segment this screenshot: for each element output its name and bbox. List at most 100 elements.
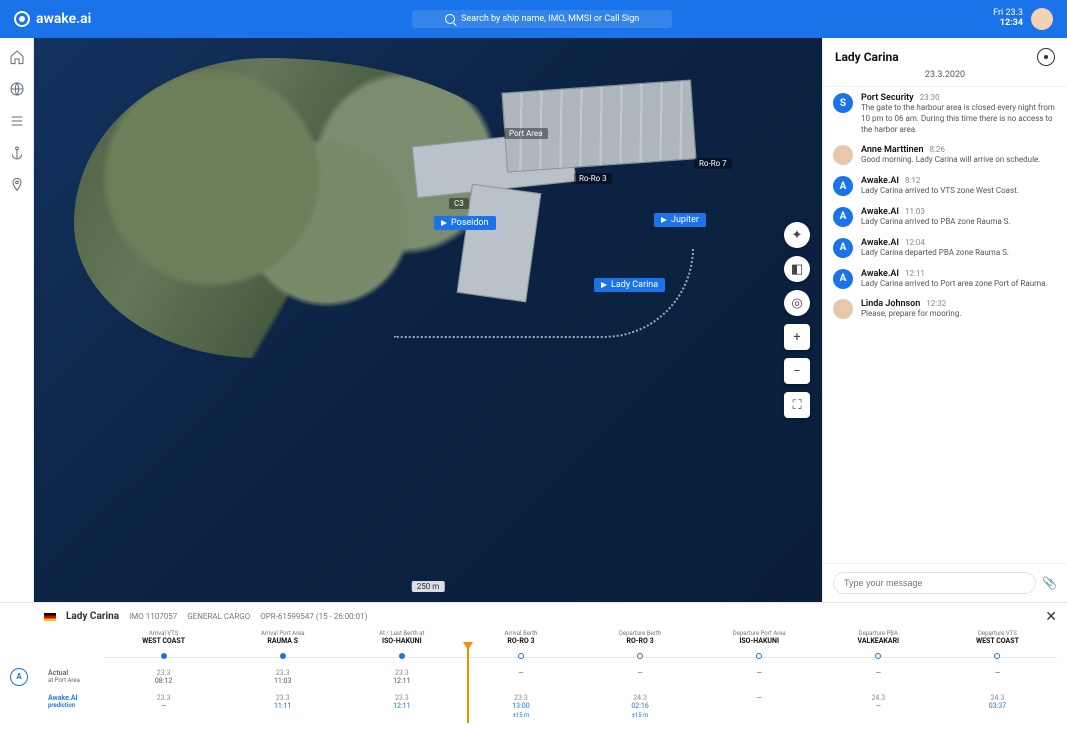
timeline-column-header: Departure VTSWEST COAST — [938, 630, 1057, 649]
message-time: 23:30 — [920, 93, 940, 102]
ship-icon — [661, 217, 667, 223]
now-marker — [467, 644, 469, 723]
timeline-column-header: Arrival VTSWEST COAST — [104, 630, 223, 649]
message-avatar: A — [833, 207, 853, 227]
map[interactable]: Port Area Ro-Ro 3 Ro-Ro 7 C3 Poseidon Ju… — [34, 38, 822, 602]
timeline-cell: — — [700, 690, 819, 723]
pin-icon[interactable] — [8, 176, 26, 194]
timeline-header: Lady Carina IMO 1107057 GENERAL CARGO OP… — [44, 611, 1057, 622]
message-author: Anne Marttinen — [861, 145, 923, 155]
zoom-out-button[interactable]: − — [784, 358, 810, 384]
timeline-cell: — — [938, 665, 1057, 690]
panel-header: Lady Carina 23.3.2020 — [823, 38, 1067, 87]
list-icon[interactable] — [8, 112, 26, 130]
message-avatar: A — [833, 238, 853, 258]
clock: Fri 23.3 12:34 — [993, 8, 1053, 30]
timeline-imo: IMO 1107057 — [129, 612, 177, 621]
close-icon[interactable]: ✕ — [1045, 609, 1057, 625]
timeline-cell: — — [461, 665, 580, 690]
map-berth-label: Ro-Ro 7 — [694, 158, 732, 169]
search-box[interactable]: Search by ship name, IMO, MMSI or Call S… — [412, 10, 672, 28]
target-icon[interactable]: ◎ — [784, 290, 810, 316]
message-avatar — [833, 299, 853, 319]
message-author: Awake.AI — [861, 269, 899, 279]
search-icon — [445, 14, 455, 24]
message-author: Awake.AI — [861, 238, 899, 248]
timeline-column-header: Departure Port AreaISO-HAKUNI — [700, 630, 819, 649]
left-nav — [0, 38, 34, 602]
message-text: Lady Carina arrived to PBA zone Rauma S. — [861, 217, 1057, 228]
message-author: Linda Johnson — [861, 299, 920, 309]
message: Linda Johnson12:32Please, prepare for mo… — [833, 299, 1057, 320]
message-time: 12:04 — [905, 238, 925, 247]
message: Anne Marttinen8:26Good morning. Lady Car… — [833, 145, 1057, 166]
compose-bar: 📎 — [823, 563, 1067, 602]
timeline-cell: 23.308:12 — [104, 665, 223, 690]
message: A Awake.AI 8:12Lady Carina arrived to VTS … — [833, 176, 1057, 197]
timeline-cell: 23.311:03 — [223, 665, 342, 690]
home-icon[interactable] — [8, 48, 26, 66]
timeline-column-header: Departure PBAVALKEAKARI — [819, 630, 938, 649]
message: A Awake.AI 12:04Lady Carina departed PBA z… — [833, 238, 1057, 259]
timeline-cell: 23.313:00±15 m — [461, 690, 580, 723]
timeline-cell: 24.302:16±15 m — [581, 690, 700, 723]
vessel-marker-lady-carina[interactable]: Lady Carina — [594, 278, 665, 292]
timeline-cell: — — [700, 665, 819, 690]
map-berth-label: Port Area — [504, 128, 548, 139]
user-avatar[interactable] — [1031, 8, 1053, 30]
map-route — [394, 248, 694, 338]
message-text: Lady Carina departed PBA zone Rauma S. — [861, 248, 1057, 259]
message-feed[interactable]: SPort Security23:30The gate to the harbo… — [823, 87, 1067, 563]
message-author: Awake.AI — [861, 176, 899, 186]
brand-logo-icon — [14, 11, 30, 27]
message-text: Lady Carina arrived to Port area zone Po… — [861, 279, 1057, 290]
ship-icon — [441, 220, 447, 226]
map-tools: ✦ ◧ ◎ + − ⛶ — [784, 222, 810, 418]
timeline-schedule-id: OPR-61599547 (15 - 26:00:01) — [260, 612, 367, 621]
clock-time: 12:34 — [1000, 19, 1023, 29]
compass-icon[interactable]: ✦ — [784, 222, 810, 248]
message-avatar: S — [833, 93, 853, 113]
map-berth-label: Ro-Ro 3 — [574, 173, 612, 184]
message-author: Port Security — [861, 93, 914, 103]
timeline-cell: 24.3— — [819, 690, 938, 723]
vessel-marker-poseidon[interactable]: Poseidon — [434, 216, 496, 230]
message-text: Lady Carina arrived to VTS zone West Coa… — [861, 186, 1057, 197]
timeline-panel: ✕ Lady Carina IMO 1107057 GENERAL CARGO … — [0, 602, 1067, 729]
timeline-cell: — — [581, 665, 700, 690]
timeline-cell: 23.312:11 — [342, 665, 461, 690]
attach-icon[interactable]: 📎 — [1042, 576, 1057, 590]
timeline-cell: 23.3— — [104, 690, 223, 723]
topbar: awake.ai Search by ship name, IMO, MMSI … — [0, 0, 1067, 38]
timeline-column-header: Arrival BerthRO-RO 3 — [461, 630, 580, 649]
message-text: Good morning. Lady Carina will arrive on… — [861, 155, 1057, 166]
locate-vessel-button[interactable] — [1037, 48, 1055, 66]
timeline-dot-cell — [461, 649, 580, 665]
fit-view-button[interactable]: ⛶ — [784, 392, 810, 418]
panel-date: 23.3.2020 — [835, 70, 1055, 80]
message-time: 12:32 — [926, 299, 946, 308]
zoom-in-button[interactable]: + — [784, 324, 810, 350]
globe-icon[interactable] — [8, 80, 26, 98]
timeline-column-header: Arrival Port AreaRAUMA S — [223, 630, 342, 649]
timeline-column-header: At / Last Berth atISO-HAKUNI — [342, 630, 461, 649]
timeline-row-label: Awake.AIprediction — [44, 690, 104, 723]
search-placeholder: Search by ship name, IMO, MMSI or Call S… — [461, 14, 639, 24]
awake-ai-badge-icon: A — [10, 668, 28, 686]
message-input[interactable] — [833, 572, 1036, 594]
timeline-row-label: Actualat Port Area — [44, 665, 104, 690]
timeline-dot-cell — [819, 649, 938, 665]
vessel-marker-jupiter[interactable]: Jupiter — [654, 213, 706, 227]
message-time: 8:12 — [905, 176, 920, 185]
layers-icon[interactable]: ◧ — [784, 256, 810, 282]
anchor-icon[interactable] — [8, 144, 26, 162]
timeline-cell: 24.303:37 — [938, 690, 1057, 723]
timeline-dot-cell — [223, 649, 342, 665]
timeline-cell: 23.311:11 — [223, 690, 342, 723]
message-author: Awake.AI — [861, 207, 899, 217]
message-avatar: A — [833, 176, 853, 196]
timeline-dot-cell — [342, 649, 461, 665]
brand: awake.ai — [14, 11, 91, 27]
timeline-dot-cell — [581, 649, 700, 665]
timeline-dot-cell — [700, 649, 819, 665]
